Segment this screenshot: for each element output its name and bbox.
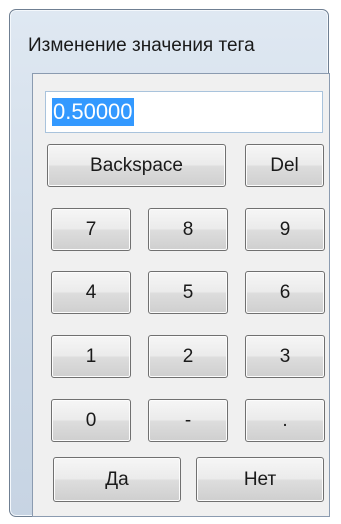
digit-9-button[interactable]: 9 bbox=[245, 208, 325, 251]
value-input-selected-text: 0.50000 bbox=[52, 98, 134, 126]
digit-6-button[interactable]: 6 bbox=[245, 271, 325, 314]
digit-1-button[interactable]: 1 bbox=[51, 335, 131, 378]
backspace-button[interactable]: Backspace bbox=[47, 144, 226, 187]
dialog-window: Изменение значения тега 0.50000 Backspac… bbox=[9, 9, 330, 517]
value-input[interactable]: 0.50000 bbox=[45, 91, 323, 133]
ok-button[interactable]: Да bbox=[53, 457, 181, 502]
digit-5-button[interactable]: 5 bbox=[148, 271, 228, 314]
digit-3-button[interactable]: 3 bbox=[245, 335, 325, 378]
delete-button[interactable]: Del bbox=[245, 144, 324, 187]
minus-button[interactable]: - bbox=[148, 399, 228, 442]
digit-7-button[interactable]: 7 bbox=[51, 208, 131, 251]
digit-0-button[interactable]: 0 bbox=[51, 399, 131, 442]
keypad-panel: 0.50000 Backspace Del 7 8 9 4 5 6 1 2 3 … bbox=[32, 73, 330, 517]
decimal-point-button[interactable]: . bbox=[245, 399, 325, 442]
digit-8-button[interactable]: 8 bbox=[148, 208, 228, 251]
window-title: Изменение значения тега bbox=[28, 35, 255, 56]
digit-2-button[interactable]: 2 bbox=[148, 335, 228, 378]
digit-4-button[interactable]: 4 bbox=[51, 271, 131, 314]
cancel-button[interactable]: Нет bbox=[196, 457, 324, 502]
